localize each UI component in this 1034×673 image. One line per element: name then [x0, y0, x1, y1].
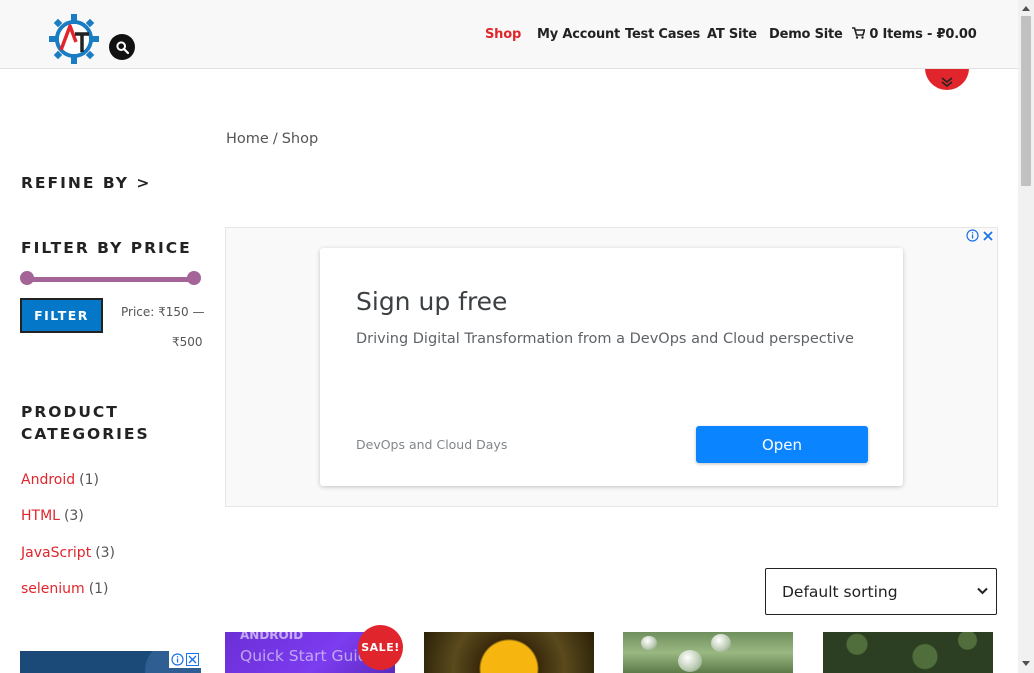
breadcrumb: Home / Shop	[226, 131, 318, 147]
category-link-android[interactable]: Android	[21, 472, 75, 488]
ad-info-icon[interactable]	[171, 653, 184, 666]
product-image-leaves[interactable]	[823, 632, 993, 673]
category-link-javascript[interactable]: JavaScript	[21, 545, 91, 561]
filter-button[interactable]: FILTER	[20, 298, 103, 333]
sort-select[interactable]: Default sorting	[765, 568, 997, 615]
refine-by-title: REFINE BY >	[21, 174, 152, 192]
water-drop-graphic	[678, 650, 702, 672]
category-count: (1)	[88, 581, 109, 597]
ad-controls	[966, 229, 994, 242]
ad-close-icon[interactable]	[186, 653, 199, 666]
cart-summary: 0 Items - ₽0.00	[869, 27, 977, 42]
product-image-text: ANDROID	[240, 632, 304, 642]
ad-info-icon[interactable]	[966, 229, 979, 242]
price-range-label: Price: ₹150 —	[121, 305, 205, 319]
chevron-down-icon	[977, 587, 988, 595]
price-slider-min-handle[interactable]	[20, 271, 34, 285]
category-count: (3)	[63, 508, 84, 524]
category-item: selenium (1)	[21, 581, 109, 597]
site-header: Shop My Account Test Cases AT Site Demo …	[0, 0, 1018, 69]
nav-my-account[interactable]: My Account	[537, 27, 620, 42]
ad-description: Driving Digital Transformation from a De…	[356, 331, 854, 347]
price-slider-max-handle[interactable]	[187, 271, 201, 285]
nav-shop[interactable]: Shop	[485, 27, 521, 42]
breadcrumb-home[interactable]: Home	[226, 131, 269, 147]
cart-icon	[852, 27, 866, 39]
scroll-up-arrow-icon[interactable]	[1022, 6, 1030, 11]
category-item: JavaScript (3)	[21, 545, 115, 561]
category-item: HTML (3)	[21, 508, 84, 524]
category-item: Android (1)	[21, 472, 99, 488]
water-drop-graphic	[711, 634, 731, 652]
ad-close-icon[interactable]	[982, 230, 994, 242]
category-link-selenium[interactable]: selenium	[21, 581, 85, 597]
ad-open-button[interactable]: Open	[696, 426, 868, 463]
product-categories-title: PRODUCT CATEGORIES	[21, 401, 150, 445]
breadcrumb-separator: /	[272, 131, 278, 147]
price-range-max-label: ₹500	[172, 335, 203, 349]
scroll-down-arrow-icon[interactable]	[1022, 661, 1030, 666]
category-count: (1)	[79, 472, 99, 488]
nav-test-cases[interactable]: Test Cases	[625, 27, 700, 42]
water-drop-graphic	[641, 636, 657, 650]
categories-title-line-2: CATEGORIES	[21, 425, 150, 443]
price-slider-range[interactable]	[27, 277, 195, 282]
page-scrollbar[interactable]	[1018, 0, 1034, 673]
double-chevron-down-icon	[941, 77, 953, 87]
category-count: (3)	[95, 545, 116, 561]
nav-at-site[interactable]: AT Site	[707, 27, 757, 42]
product-image-subtext: Quick Start Guide	[240, 647, 378, 665]
sidebar-ad[interactable]	[20, 651, 201, 673]
scrollbar-thumb[interactable]	[1021, 16, 1031, 186]
filter-by-price-title: FILTER BY PRICE	[21, 239, 192, 257]
product-image-sunflower[interactable]	[424, 632, 594, 673]
ad-headline[interactable]: Sign up free	[356, 287, 507, 316]
main-nav: Shop My Account Test Cases AT Site Demo …	[0, 27, 1018, 45]
product-image-water-drops[interactable]	[623, 632, 793, 673]
sort-selected-value: Default sorting	[782, 582, 898, 601]
breadcrumb-current: Shop	[281, 131, 319, 147]
sidebar-ad-controls	[169, 651, 201, 668]
category-link-html[interactable]: HTML	[21, 508, 60, 524]
nav-demo-site[interactable]: Demo Site	[769, 27, 843, 42]
nav-cart[interactable]: 0 Items - ₽0.00	[852, 27, 977, 42]
ad-advertiser[interactable]: DevOps and Cloud Days	[356, 437, 507, 452]
categories-title-line-1: PRODUCT	[21, 403, 119, 421]
sale-badge: SALE!	[358, 625, 403, 670]
